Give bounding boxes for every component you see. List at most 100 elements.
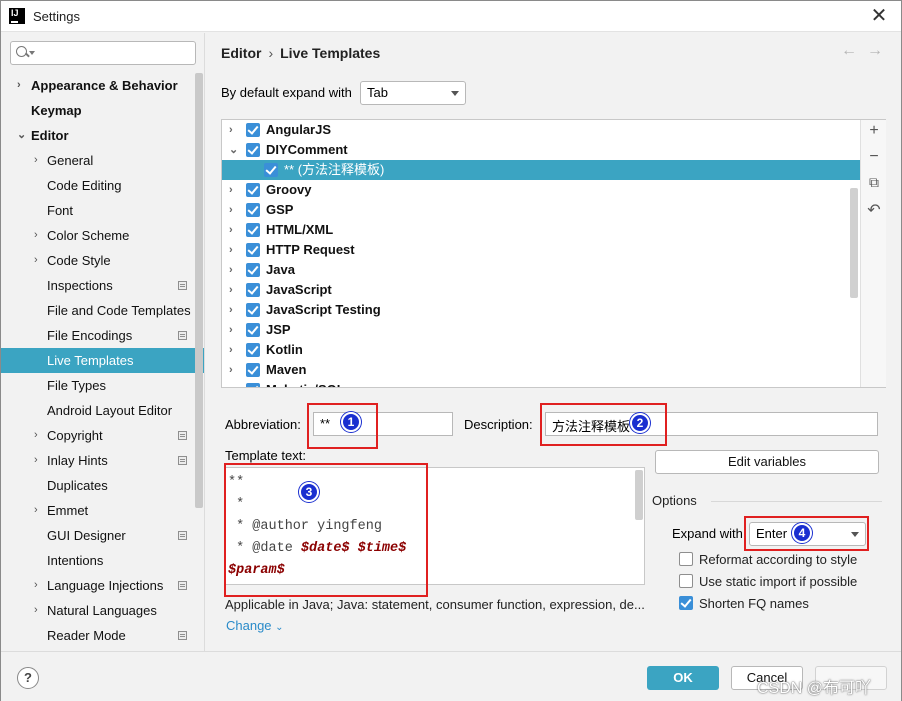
- chevron-right-icon[interactable]: ›: [34, 573, 44, 598]
- sidebar-item-file-types[interactable]: File Types: [1, 373, 204, 398]
- close-icon[interactable]: ✕: [866, 3, 892, 29]
- settings-sidebar: › Appearance & Behavior Keymap ⌄ Editor › Gene…: [1, 33, 205, 651]
- sidebar-item-font[interactable]: Font: [1, 198, 204, 223]
- template-group-row[interactable]: › Kotlin: [222, 340, 860, 360]
- template-enabled-checkbox[interactable]: [246, 243, 260, 257]
- static-import-checkbox[interactable]: [679, 574, 693, 588]
- change-context-link[interactable]: Change ⌄: [226, 618, 284, 633]
- template-group-row[interactable]: › JavaScript Testing: [222, 300, 860, 320]
- template-group-row[interactable]: › JSP: [222, 320, 860, 340]
- back-arrow-icon[interactable]: ←: [841, 42, 857, 60]
- add-icon[interactable]: +: [861, 122, 887, 140]
- sidebar-item-keymap[interactable]: Keymap: [1, 98, 204, 123]
- sidebar-item-code-style[interactable]: › Code Style: [1, 248, 204, 273]
- sidebar-item-color-scheme[interactable]: › Color Scheme: [1, 223, 204, 248]
- template-text-scrollbar[interactable]: [635, 470, 643, 520]
- chevron-right-icon[interactable]: ›: [229, 320, 233, 340]
- template-group-row[interactable]: › Mybatis/SQL: [222, 380, 860, 387]
- chevron-right-icon[interactable]: ›: [229, 280, 233, 300]
- reformat-checkbox[interactable]: [679, 552, 693, 566]
- template-enabled-checkbox[interactable]: [246, 343, 260, 357]
- sidebar-item-language-injections[interactable]: › Language Injections: [1, 573, 204, 598]
- forward-arrow-icon[interactable]: →: [867, 42, 883, 60]
- chevron-right-icon[interactable]: ›: [229, 220, 233, 240]
- chevron-right-icon[interactable]: ›: [229, 340, 233, 360]
- template-enabled-checkbox[interactable]: [246, 223, 260, 237]
- default-expand-select[interactable]: Tab: [360, 81, 466, 105]
- sidebar-item-label: File Encodings: [47, 328, 133, 343]
- chevron-right-icon[interactable]: ›: [34, 223, 44, 248]
- shorten-fq-checkbox[interactable]: [679, 596, 693, 610]
- annotation-badge-2: 2: [630, 413, 650, 433]
- template-enabled-checkbox[interactable]: [246, 323, 260, 337]
- chevron-right-icon[interactable]: ›: [229, 260, 233, 280]
- search-options-caret-icon[interactable]: [29, 51, 35, 55]
- template-group-row[interactable]: › HTTP Request: [222, 240, 860, 260]
- chevron-down-icon[interactable]: ⌄: [17, 123, 27, 148]
- settings-search-input[interactable]: [10, 41, 196, 65]
- chevron-right-icon[interactable]: ›: [34, 248, 44, 273]
- sidebar-item-android-layout-editor[interactable]: Android Layout Editor: [1, 398, 204, 423]
- chevron-right-icon[interactable]: ›: [229, 120, 233, 140]
- sidebar-item-inspections[interactable]: Inspections: [1, 273, 204, 298]
- sidebar-item-code-editing[interactable]: Code Editing: [1, 173, 204, 198]
- annotation-badge-4: 4: [792, 523, 812, 543]
- sidebar-item-emmet[interactable]: › Emmet: [1, 498, 204, 523]
- chevron-right-icon[interactable]: ›: [229, 180, 233, 200]
- sidebar-item-intentions[interactable]: Intentions: [1, 548, 204, 573]
- template-enabled-checkbox[interactable]: [246, 143, 260, 157]
- template-group-row[interactable]: ⌄ DIYComment: [222, 140, 860, 160]
- sidebar-item-copyright[interactable]: › Copyright: [1, 423, 204, 448]
- template-group-row[interactable]: › GSP: [222, 200, 860, 220]
- chevron-right-icon[interactable]: ›: [34, 498, 44, 523]
- sidebar-item-live-templates[interactable]: Live Templates: [1, 348, 204, 373]
- chevron-right-icon[interactable]: ›: [229, 360, 233, 380]
- sidebar-item-gui-designer[interactable]: GUI Designer: [1, 523, 204, 548]
- sidebar-item-appearance-behavior[interactable]: › Appearance & Behavior: [1, 73, 204, 98]
- template-enabled-checkbox[interactable]: [246, 303, 260, 317]
- help-icon[interactable]: ?: [17, 667, 39, 689]
- chevron-right-icon[interactable]: ›: [34, 423, 44, 448]
- description-label: Description:: [464, 417, 533, 432]
- edit-variables-button[interactable]: Edit variables: [655, 450, 879, 474]
- sidebar-item-general[interactable]: › General: [1, 148, 204, 173]
- chevron-right-icon[interactable]: ›: [229, 380, 233, 387]
- chevron-right-icon[interactable]: ›: [229, 200, 233, 220]
- sidebar-item-editor[interactable]: ⌄ Editor: [1, 123, 204, 148]
- template-label: HTTP Request: [266, 242, 355, 257]
- template-group-row[interactable]: › AngularJS: [222, 120, 860, 140]
- template-enabled-checkbox[interactable]: [246, 183, 260, 197]
- chevron-right-icon[interactable]: ›: [229, 240, 233, 260]
- template-enabled-checkbox[interactable]: [246, 283, 260, 297]
- template-enabled-checkbox[interactable]: [246, 263, 260, 277]
- template-enabled-checkbox[interactable]: [246, 363, 260, 377]
- copy-icon[interactable]: ⧉: [861, 174, 887, 191]
- template-item-row[interactable]: ** (方法注释模板): [222, 160, 860, 180]
- template-enabled-checkbox[interactable]: [246, 383, 260, 387]
- chevron-right-icon[interactable]: ›: [34, 598, 44, 623]
- remove-icon[interactable]: −: [861, 148, 887, 166]
- template-group-row[interactable]: › JavaScript: [222, 280, 860, 300]
- template-list-scrollbar[interactable]: [850, 188, 858, 298]
- template-enabled-checkbox[interactable]: [246, 123, 260, 137]
- template-group-row[interactable]: › Maven: [222, 360, 860, 380]
- sidebar-item-natural-languages[interactable]: › Natural Languages: [1, 598, 204, 623]
- template-enabled-checkbox[interactable]: [246, 203, 260, 217]
- chevron-right-icon[interactable]: ›: [34, 148, 44, 173]
- restore-icon[interactable]: ↶: [861, 200, 887, 220]
- template-group-row[interactable]: › HTML/XML: [222, 220, 860, 240]
- sidebar-item-inlay-hints[interactable]: › Inlay Hints: [1, 448, 204, 473]
- template-group-row[interactable]: › Groovy: [222, 180, 860, 200]
- template-group-row[interactable]: › Java: [222, 260, 860, 280]
- sidebar-item-duplicates[interactable]: Duplicates: [1, 473, 204, 498]
- ok-button[interactable]: OK: [647, 666, 719, 690]
- template-enabled-checkbox[interactable]: [264, 163, 278, 177]
- sidebar-item-file-and-code-templates[interactable]: File and Code Templates: [1, 298, 204, 323]
- chevron-right-icon[interactable]: ›: [34, 448, 44, 473]
- chevron-right-icon[interactable]: ›: [229, 300, 233, 320]
- sidebar-scrollbar[interactable]: [195, 73, 203, 508]
- sidebar-item-file-encodings[interactable]: File Encodings: [1, 323, 204, 348]
- chevron-right-icon[interactable]: ›: [17, 73, 27, 98]
- sidebar-item-reader-mode[interactable]: Reader Mode: [1, 623, 204, 648]
- chevron-down-icon[interactable]: ⌄: [229, 140, 238, 160]
